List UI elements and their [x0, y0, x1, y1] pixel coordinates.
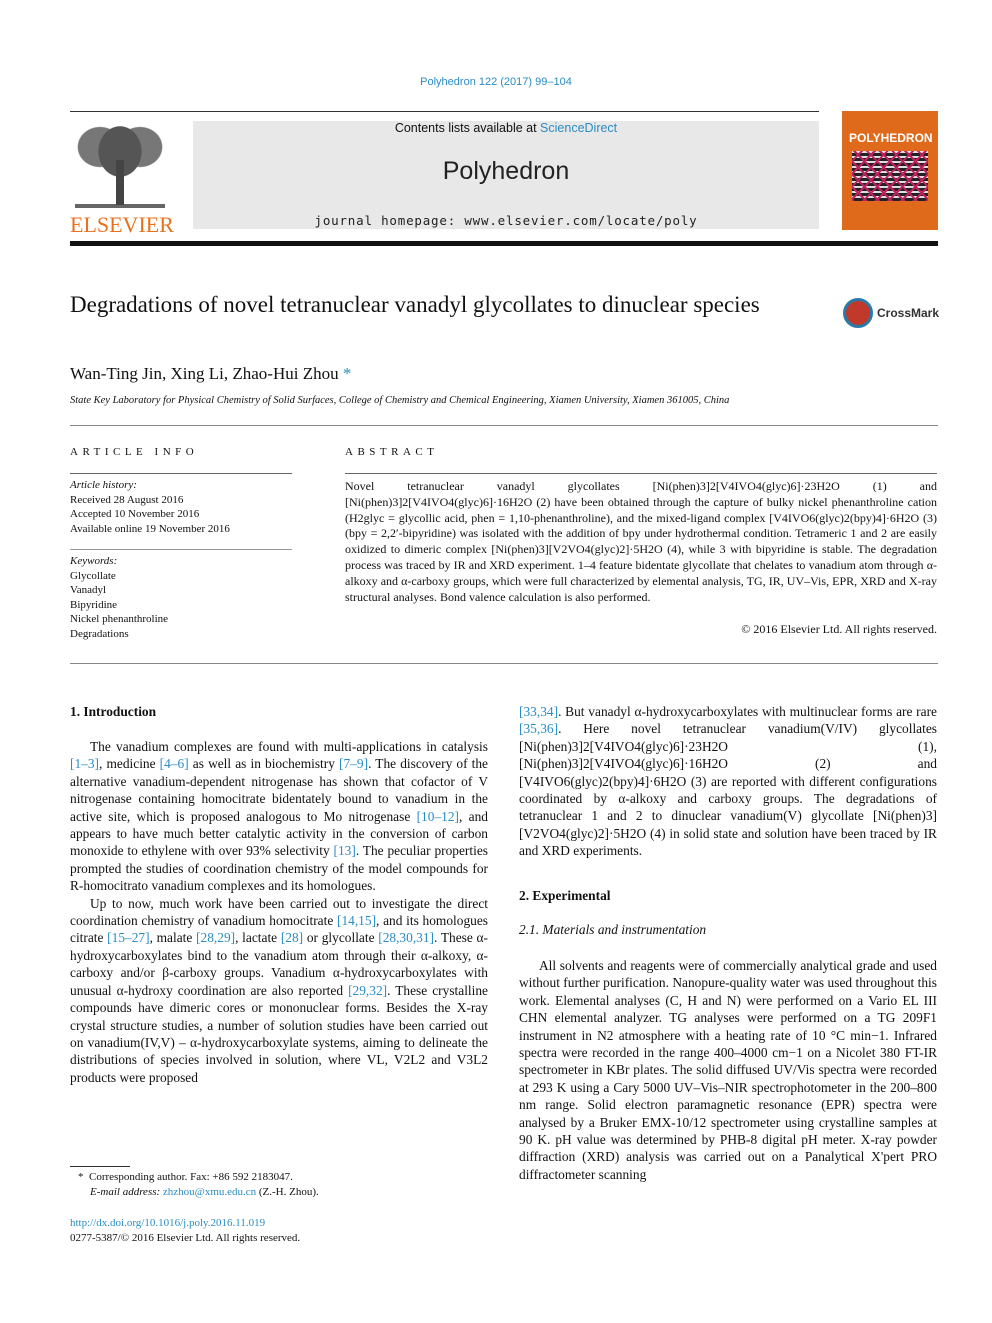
cover-title: POLYHEDRON [849, 131, 933, 145]
text: , medicine [99, 756, 160, 772]
cover-image [852, 151, 928, 201]
corresponding-author-note: Corresponding author. Fax: +86 592 21830… [89, 1171, 293, 1183]
text: or glycollate [303, 930, 379, 946]
elsevier-logo[interactable]: ELSEVIER [70, 120, 175, 237]
contents-prefix: Contents lists available at [394, 121, 541, 135]
article-info-label: ARTICLE INFO [70, 446, 199, 458]
abstract-rule [345, 473, 937, 474]
reference-link[interactable]: [28,29] [196, 930, 235, 945]
keywords-rule [70, 549, 292, 550]
journal-cover[interactable]: POLYHEDRON [842, 111, 938, 230]
crossmark-label: CrossMark [877, 306, 940, 320]
keyword: Nickel phenanthroline [70, 613, 169, 625]
affiliation: State Key Laboratory for Physical Chemis… [70, 395, 730, 406]
sciencedirect-link[interactable]: ScienceDirect [540, 121, 617, 135]
history-online: Available online 19 November 2016 [70, 522, 230, 535]
history-received: Received 28 August 2016 [70, 493, 184, 506]
footnote-mark: * [78, 1171, 84, 1183]
abstract-label: ABSTRACT [345, 446, 439, 458]
affil-rule [70, 425, 938, 426]
abstract-copyright: © 2016 Elsevier Ltd. All rights reserved… [741, 622, 937, 636]
paragraph: [33,34]. But vanadyl α-hydroxycarboxylat… [519, 703, 937, 860]
footnote: * Corresponding author. Fax: +86 592 218… [78, 1170, 498, 1200]
keyword: Vanadyl [70, 584, 107, 596]
subsection-heading-materials: 2.1. Materials and instrumentation [519, 922, 707, 937]
article-info-rule [70, 473, 292, 474]
introduction-continued: [33,34]. But vanadyl α-hydroxycarboxylat… [519, 703, 937, 860]
history-label: Article history: [70, 479, 137, 491]
keyword: Degradations [70, 627, 129, 640]
text: The vanadium complexes are found with mu… [90, 739, 488, 754]
keywords: Keywords: Glycollate Vanadyl Bipyridine … [70, 554, 292, 641]
footnote-rule [70, 1166, 130, 1167]
text: as well as in biochemistry [188, 756, 340, 772]
abstract-end-rule [70, 663, 938, 664]
journal-masthead: Contents lists available at ScienceDirec… [193, 121, 819, 229]
introduction-body: The vanadium complexes are found with mu… [70, 738, 488, 1086]
keywords-label: Keywords: [70, 555, 118, 567]
reference-link[interactable]: [7–9] [339, 756, 368, 771]
elsevier-tree-icon [70, 120, 170, 210]
text: . But vanadyl α-hydroxycarboxylates with… [558, 704, 937, 719]
article-title: Degradations of novel tetranuclear vanad… [70, 292, 760, 317]
doi-link[interactable]: http://dx.doi.org/10.1016/j.poly.2016.11… [70, 1217, 265, 1229]
email-label: E-mail address: [90, 1186, 163, 1198]
crossmark-button[interactable]: CrossMark [843, 298, 943, 334]
reference-link[interactable]: [29,32] [348, 983, 387, 998]
text: , lactate [235, 930, 281, 946]
author-list: Wan-Ting Jin, Xing Li, Zhao-Hui Zhou [70, 364, 339, 383]
masthead-rule [70, 241, 938, 246]
reference-link[interactable]: [10–12] [417, 809, 459, 824]
reference-link[interactable]: [1–3] [70, 756, 99, 771]
reference-link[interactable]: [35,36] [519, 721, 558, 736]
reference-link[interactable]: [13] [334, 843, 356, 858]
journal-homepage[interactable]: journal homepage: www.elsevier.com/locat… [193, 213, 819, 228]
doi-block: http://dx.doi.org/10.1016/j.poly.2016.11… [70, 1216, 300, 1246]
reference-link[interactable]: [28,30,31] [378, 930, 434, 945]
materials-body: All solvents and reagents were of commer… [519, 957, 937, 1183]
text: . Here novel tetranuclear vanadium(V/IV)… [519, 721, 937, 859]
reference-link[interactable]: [28] [281, 930, 303, 945]
reference-link[interactable]: [15–27] [107, 930, 149, 945]
paragraph: All solvents and reagents were of commer… [519, 958, 937, 1182]
journal-title: Polyhedron [442, 157, 570, 185]
crossmark-icon [843, 298, 873, 328]
reference-link[interactable]: [14,15] [337, 913, 376, 928]
section-heading-experimental: 2. Experimental [519, 888, 611, 903]
reference-link[interactable]: [4–6] [160, 756, 189, 771]
text: , malate [149, 930, 197, 946]
section-heading-introduction: 1. Introduction [70, 704, 157, 719]
keyword: Glycollate [70, 569, 116, 582]
article-history: Article history: Received 28 August 2016… [70, 478, 292, 536]
header-rule [70, 111, 819, 112]
elsevier-wordmark: ELSEVIER [70, 212, 174, 237]
email-link[interactable]: zhzhou@xmu.edu.cn [163, 1186, 256, 1198]
keyword: Bipyridine [70, 598, 118, 611]
abstract-text: Novel tetranuclear vanadyl glycollates [… [345, 479, 937, 604]
paragraph: The vanadium complexes are found with mu… [70, 738, 488, 895]
corresponding-author-mark[interactable]: * [343, 364, 352, 383]
contents-line: Contents lists available at ScienceDirec… [193, 121, 819, 135]
authors: Wan-Ting Jin, Xing Li, Zhao-Hui Zhou * [70, 364, 351, 384]
email-suffix: (Z.-H. Zhou). [256, 1186, 319, 1198]
paragraph: Up to now, much work have been carried o… [70, 895, 488, 1086]
journal-citation[interactable]: Polyhedron 122 (2017) 99–104 [0, 76, 992, 88]
reference-link[interactable]: [33,34] [519, 704, 558, 719]
issn-line: 0277-5387/© 2016 Elsevier Ltd. All right… [70, 1232, 301, 1244]
history-accepted: Accepted 10 November 2016 [70, 508, 200, 520]
